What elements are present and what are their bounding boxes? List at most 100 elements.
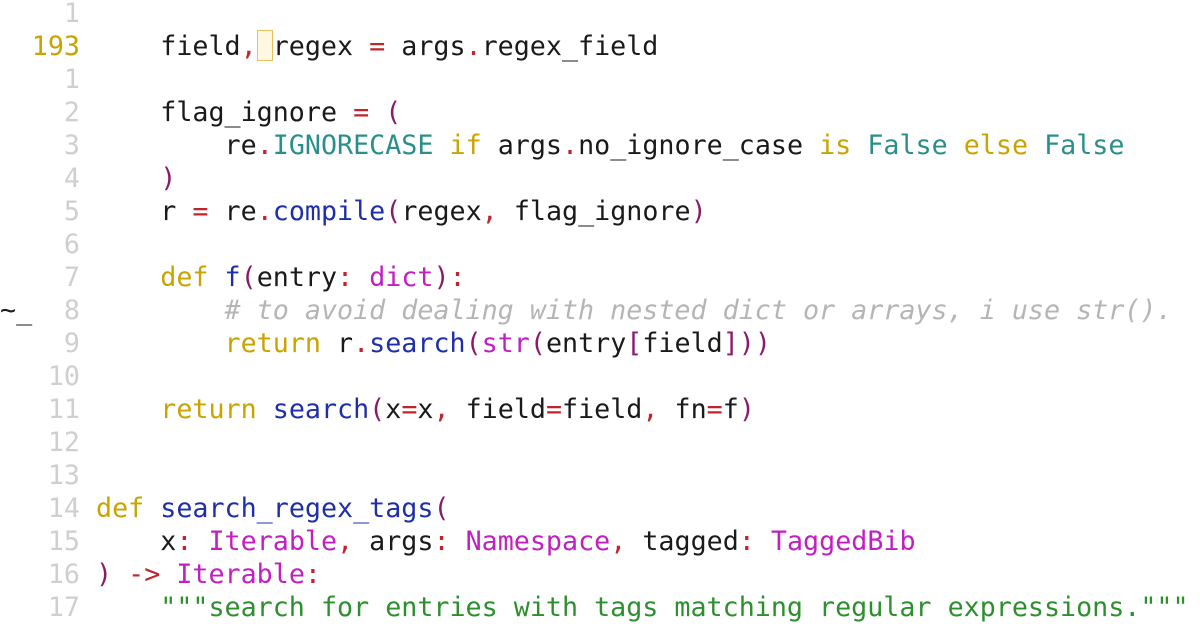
- code-line[interactable]: 193 field, regex = args.regex_field: [0, 30, 1200, 63]
- code-token-text: args: [497, 130, 563, 161]
- code-line[interactable]: 16 ) -> Iterable:: [0, 558, 1200, 591]
- code-line[interactable]: 1: [0, 63, 1200, 96]
- line-number: 10: [47, 361, 80, 392]
- code-token-keyword: is: [803, 130, 868, 161]
- code-line[interactable]: 9 return r.search(str(entry[field])): [0, 327, 1200, 360]
- code-token-text: args: [385, 31, 466, 62]
- code-token-text: field: [449, 394, 546, 425]
- line-number: 5: [63, 196, 80, 227]
- line-number: 16: [47, 559, 80, 590]
- code-token-operator: =: [401, 394, 418, 425]
- code-token-text: flag_ignore: [497, 196, 691, 227]
- code-text[interactable]: return r.search(str(entry[field])): [96, 327, 771, 360]
- code-text[interactable]: x: Iterable, args: Namespace, tagged: Ta…: [96, 525, 916, 558]
- code-token-paren: ])): [722, 328, 771, 359]
- code-line[interactable]: 13: [0, 459, 1200, 492]
- code-token-text: regex: [401, 196, 482, 227]
- code-token-paren: ): [160, 163, 177, 194]
- line-number: 11: [47, 394, 80, 425]
- code-text[interactable]: r = re.compile(regex, flag_ignore): [96, 195, 706, 228]
- code-text[interactable]: def f(entry: dict):: [96, 261, 466, 294]
- code-token-comment: # to avoid dealing with nested dict or a…: [96, 295, 1173, 326]
- code-token-keyword: def: [96, 493, 161, 524]
- code-token-type: TaggedBib: [754, 526, 916, 557]
- code-token-text: f: [722, 394, 739, 425]
- code-text[interactable]: return search(x=x, field=field, fn=f): [96, 393, 755, 426]
- code-line[interactable]: 11 return search(x=x, field=field, fn=f): [0, 393, 1200, 426]
- code-token-operator: ,: [433, 394, 450, 425]
- code-token-function: search: [272, 394, 370, 425]
- code-token-operator: .: [562, 130, 579, 161]
- code-token-operator: =: [706, 394, 723, 425]
- code-token-builtin: IGNORECASE: [272, 130, 434, 161]
- code-line[interactable]: 2 flag_ignore = (: [0, 96, 1200, 129]
- code-token-builtin: False: [1044, 130, 1125, 161]
- code-token-function: compile: [272, 196, 386, 227]
- code-text[interactable]: def search_regex_tags(: [96, 492, 450, 525]
- code-text[interactable]: ) -> Iterable:: [96, 558, 321, 591]
- code-token-paren: (: [240, 262, 257, 293]
- code-line[interactable]: 10: [0, 360, 1200, 393]
- code-token-operator: =: [353, 97, 370, 128]
- code-token-keyword: if: [433, 130, 498, 161]
- code-token-operator: ,: [642, 394, 659, 425]
- line-number: 12: [47, 427, 80, 458]
- code-text[interactable]: ): [96, 162, 176, 195]
- code-line[interactable]: 7 def f(entry: dict):: [0, 261, 1200, 294]
- code-token-builtin: False: [867, 130, 948, 161]
- code-line[interactable]: 1: [0, 0, 1200, 30]
- code-line[interactable]: 15 x: Iterable, args: Namespace, tagged:…: [0, 525, 1200, 558]
- code-line[interactable]: 3 re.IGNORECASE if args.no_ignore_case i…: [0, 129, 1200, 162]
- code-token-paren: (: [465, 328, 482, 359]
- code-token-paren: ): [96, 559, 113, 590]
- code-token-keyword: def: [96, 262, 225, 293]
- line-number: 4: [63, 163, 80, 194]
- code-text[interactable]: """search for entries with tags matching…: [96, 591, 1188, 624]
- code-token-text: r: [337, 328, 354, 359]
- code-token-paren: ): [433, 262, 450, 293]
- code-line[interactable]: 5 r = re.compile(regex, flag_ignore): [0, 195, 1200, 228]
- code-line[interactable]: 4 ): [0, 162, 1200, 195]
- code-line[interactable]: 6: [0, 228, 1200, 261]
- code-token-paren: (: [385, 97, 402, 128]
- code-token-function: search: [369, 328, 466, 359]
- line-number: 1: [63, 64, 80, 95]
- code-token-type: Iterable: [192, 526, 338, 557]
- line-number: 14: [47, 493, 80, 524]
- code-editor[interactable]: 1 193 field, regex = args.regex_field 1 2 fl…: [0, 0, 1200, 627]
- line-number: 7: [63, 262, 80, 293]
- code-text[interactable]: re.IGNORECASE if args.no_ignore_case is …: [96, 129, 1125, 162]
- code-line[interactable]: 14 def search_regex_tags(: [0, 492, 1200, 525]
- code-text[interactable]: # to avoid dealing with nested dict or a…: [96, 294, 1173, 327]
- code-token-paren: [: [626, 328, 643, 359]
- code-token-operator: :: [433, 526, 450, 557]
- code-token-text: regex: [272, 31, 370, 62]
- line-number: 9: [63, 328, 80, 359]
- code-token-operator: =: [192, 196, 209, 227]
- code-token-text: x: [385, 394, 402, 425]
- code-line[interactable]: 17 """search for entries with tags match…: [0, 591, 1200, 624]
- code-token-paren: (: [433, 493, 450, 524]
- code-line[interactable]: 12: [0, 426, 1200, 459]
- code-token-operator: .: [465, 31, 482, 62]
- code-line[interactable]: ~_ 8 # to avoid dealing with nested dict …: [0, 294, 1200, 327]
- line-number: 13: [47, 460, 80, 491]
- code-token-paren: (: [385, 196, 402, 227]
- line-number: 17: [47, 592, 80, 623]
- code-token-text: re: [208, 196, 257, 227]
- code-token-operator: :: [738, 526, 755, 557]
- code-token-operator: ,: [610, 526, 627, 557]
- line-number: 8: [63, 295, 80, 326]
- code-token-paren: (: [369, 394, 386, 425]
- code-token-type: Iterable: [160, 559, 305, 590]
- code-token-operator: =: [545, 394, 563, 425]
- code-text[interactable]: field, regex = args.regex_field: [96, 30, 658, 63]
- code-text[interactable]: flag_ignore = (: [96, 96, 401, 129]
- line-number: 15: [47, 526, 80, 557]
- code-token-operator: :: [449, 262, 466, 293]
- code-token-text: fn: [658, 394, 707, 425]
- line-number: 6: [63, 229, 80, 260]
- code-token-keyword: else: [947, 130, 1045, 161]
- code-token-text: field: [96, 31, 241, 62]
